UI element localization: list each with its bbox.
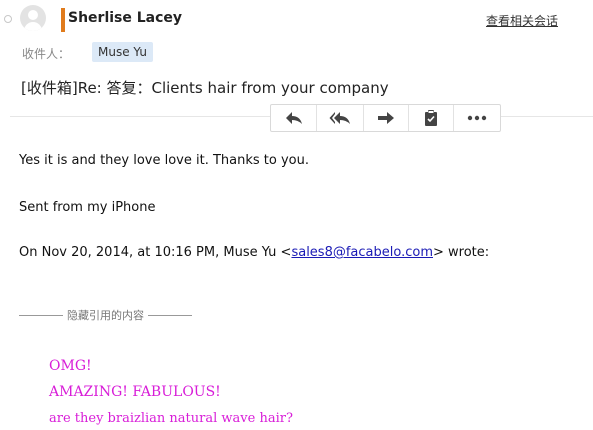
toggle-label: 隐藏引用的内容 bbox=[67, 309, 144, 322]
hide-quoted-content-toggle[interactable]: 隐藏引用的内容 bbox=[19, 307, 192, 323]
quoted-line: OMG! bbox=[49, 358, 92, 374]
body-line-attribution: On Nov 20, 2014, at 10:16 PM, Muse Yu <s… bbox=[19, 245, 489, 260]
forward-icon bbox=[378, 112, 394, 124]
reply-icon bbox=[285, 112, 302, 124]
sender-accent-bar bbox=[61, 8, 65, 32]
recipient-chip[interactable]: Muse Yu bbox=[92, 42, 153, 62]
unread-dot bbox=[4, 15, 12, 23]
quoted-line: AMAZING! FABULOUS! bbox=[49, 384, 221, 400]
email-subject: [收件箱]Re: 答复：Clients hair from your compa… bbox=[21, 79, 389, 97]
toggle-left-rule bbox=[19, 314, 63, 316]
reply-button[interactable] bbox=[271, 105, 317, 131]
avatar[interactable] bbox=[20, 5, 46, 31]
reply-all-icon bbox=[329, 112, 350, 124]
clipboard-icon bbox=[425, 110, 437, 126]
body-line-signature: Sent from my iPhone bbox=[19, 200, 156, 215]
sender-name[interactable]: Sherlise Lacey bbox=[68, 10, 182, 26]
avatar-head-shape bbox=[28, 10, 38, 20]
forward-button[interactable] bbox=[364, 105, 409, 131]
attribution-prefix: On Nov 20, 2014, at 10:16 PM, Muse Yu < bbox=[19, 245, 292, 260]
more-button[interactable] bbox=[454, 105, 500, 131]
sender-email-link[interactable]: sales8@facabelo.com bbox=[291, 245, 433, 260]
body-line-reply: Yes it is and they love love it. Thanks … bbox=[19, 153, 309, 168]
more-icon bbox=[467, 115, 487, 121]
avatar-body-shape bbox=[24, 22, 42, 31]
view-related-conversation-link[interactable]: 查看相关会话 bbox=[486, 12, 558, 29]
quoted-line: are they braizlian natural wave hair? bbox=[49, 411, 293, 426]
message-toolbar bbox=[270, 104, 501, 132]
recipient-label: 收件人： bbox=[22, 47, 71, 61]
clipboard-button[interactable] bbox=[409, 105, 454, 131]
toggle-right-rule bbox=[148, 314, 192, 316]
reply-all-button[interactable] bbox=[317, 105, 364, 131]
attribution-suffix: > wrote: bbox=[433, 245, 490, 260]
